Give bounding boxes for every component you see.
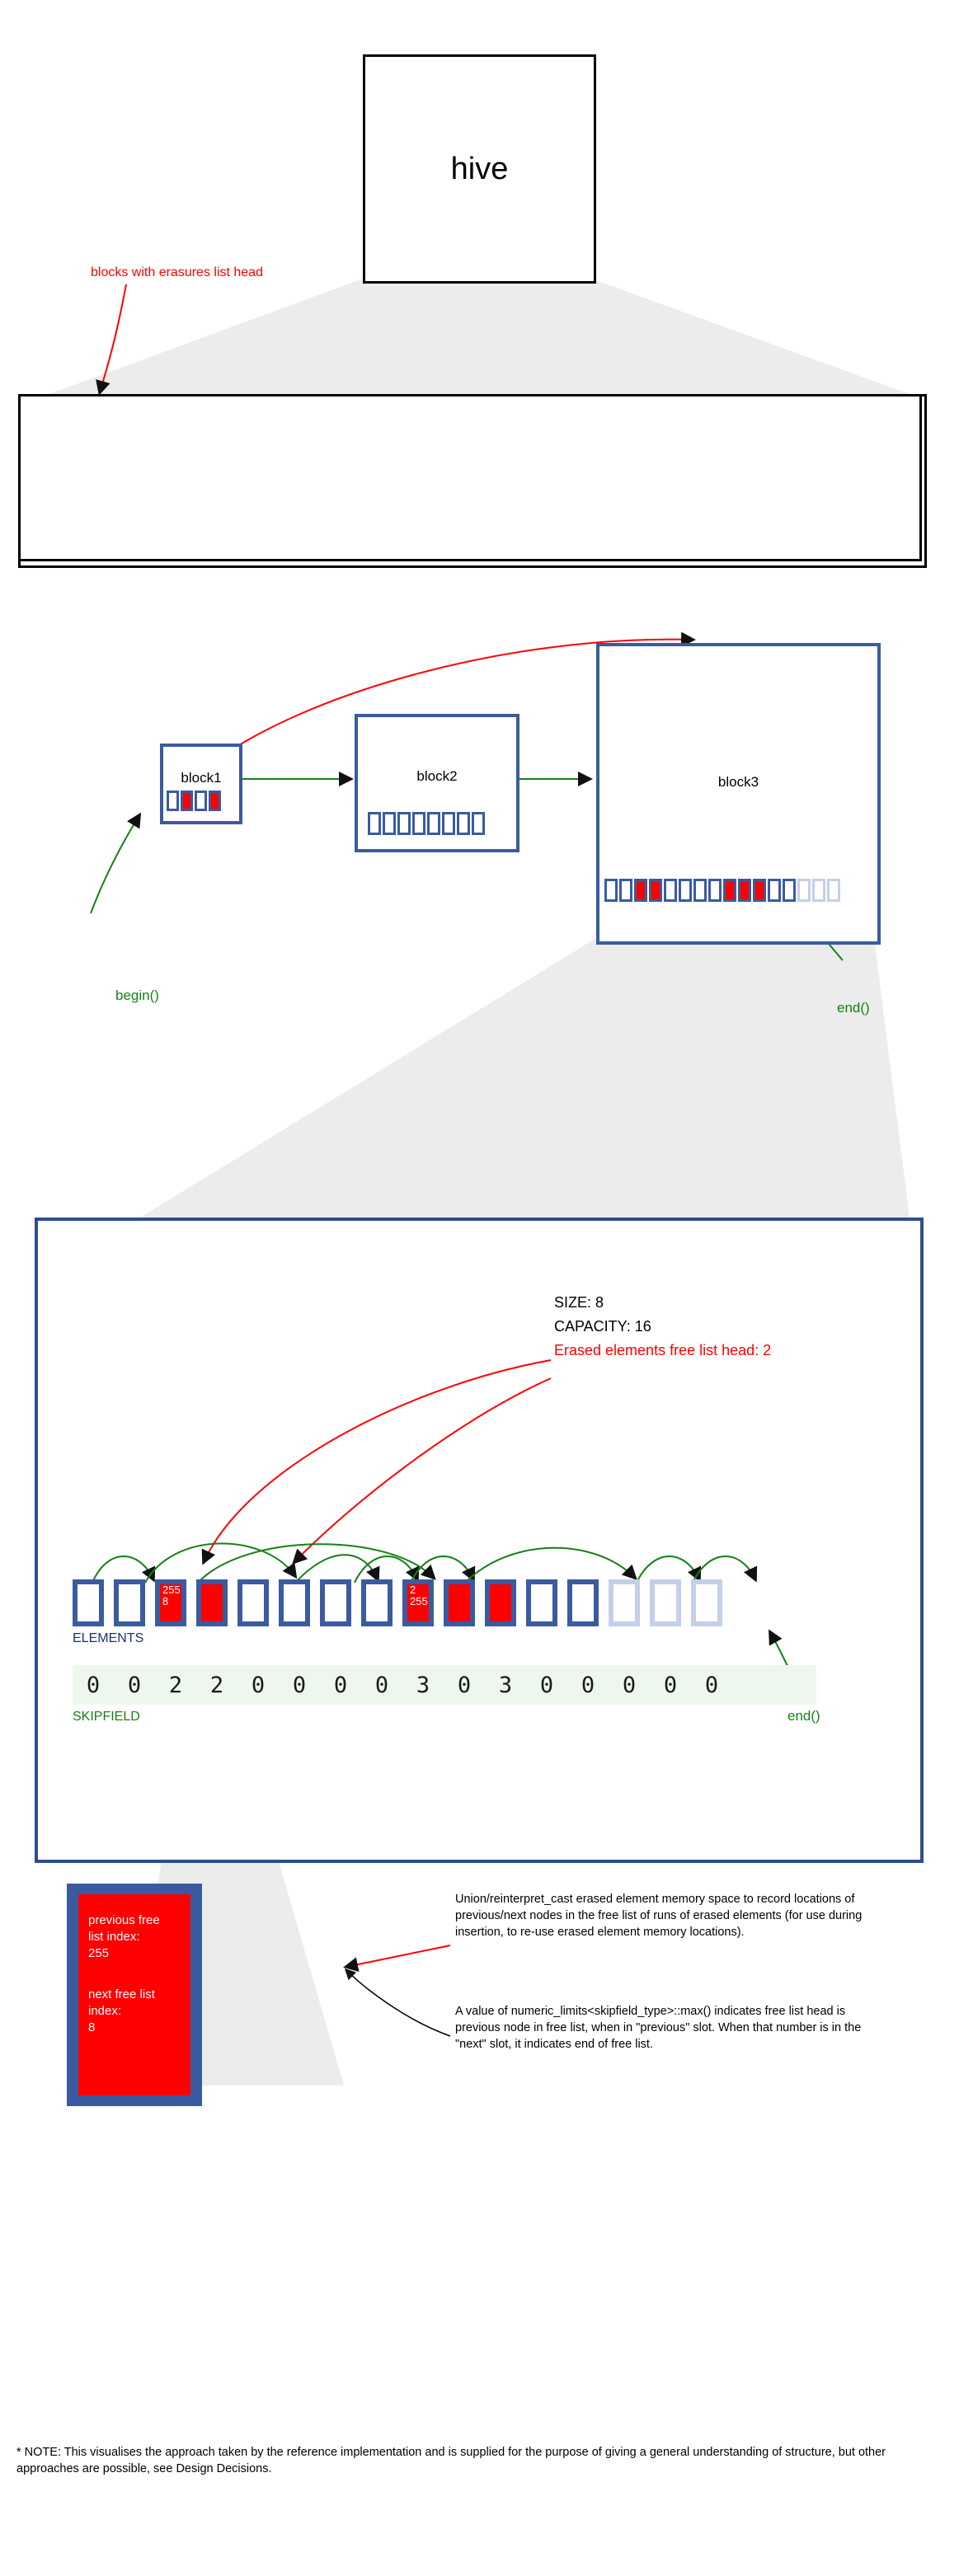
block-cell	[472, 812, 485, 835]
block-cell	[679, 879, 692, 902]
block-2-label: block2	[416, 768, 458, 784]
skipfield-label: SKIPFIELD	[73, 1710, 140, 1724]
element-cell	[320, 1579, 351, 1626]
skipfield-value: 0	[333, 1672, 348, 1698]
skipfield-value: 0	[292, 1672, 307, 1698]
block-cell	[368, 812, 381, 835]
block-cell	[195, 791, 207, 811]
hive-box: hive	[363, 54, 596, 284]
element-detail-inner: previous free list index: 255 next free …	[78, 1894, 190, 2095]
numeric-limits-note: A value of numeric_limits<skipfield_type…	[455, 2005, 862, 2051]
skipfield-value: 2	[209, 1672, 224, 1698]
block-cell	[383, 812, 396, 835]
element-next-index: 255	[410, 1595, 428, 1607]
block-cell	[708, 879, 722, 902]
block-3-label: block3	[717, 774, 759, 790]
block-cell	[827, 879, 840, 902]
skipfield-value: 0	[622, 1672, 637, 1698]
element-next-index: 8	[162, 1595, 169, 1607]
block-cell	[768, 879, 781, 902]
element-cell	[567, 1579, 599, 1626]
block-cell	[738, 879, 751, 902]
skipfield-value: 0	[127, 1672, 142, 1698]
skipfield-value: 0	[86, 1672, 101, 1698]
skipfield-value: 0	[539, 1672, 554, 1698]
block-cell	[634, 879, 647, 902]
element-cell	[279, 1579, 310, 1626]
end-label: end()	[837, 1000, 870, 1016]
size-stat: SIZE: 8	[554, 1294, 604, 1311]
skipfield-value: 0	[704, 1672, 719, 1698]
next-free-index-value: 8	[88, 2020, 96, 2034]
element-cell	[526, 1579, 557, 1626]
elements-row: 255 8 2 255	[73, 1579, 722, 1626]
previous-free-index-label: previous free list index:	[88, 1913, 160, 1944]
element-cell: 255 8	[155, 1579, 186, 1626]
capacity-stat: CAPACITY: 16	[554, 1318, 651, 1335]
element-cell	[444, 1579, 475, 1626]
union-note: Union/reinterpret_cast erased element me…	[455, 1893, 863, 1939]
block-cell	[664, 879, 677, 902]
block-cell	[797, 879, 811, 902]
element-cell	[73, 1579, 104, 1626]
element-cell	[196, 1579, 228, 1626]
block-cell	[167, 791, 179, 811]
skipfield-row: 0 0 2 2 0 0 0 0 3 0 3 0 0 0 0 0	[73, 1665, 816, 1705]
element-cell	[609, 1579, 640, 1626]
free-list-head-label: Erased elements free list head: 2	[554, 1342, 772, 1358]
block-cell	[412, 812, 425, 835]
block-1-cells	[167, 791, 221, 811]
element-prev-index: 2	[410, 1584, 416, 1596]
begin-label: begin()	[115, 988, 159, 1003]
element-cell	[114, 1579, 145, 1626]
blocks-erasures-annotation: blocks with erasures list head	[91, 265, 263, 279]
global-footnote: * NOTE: This visualises the approach tak…	[16, 2446, 886, 2475]
block-cell	[427, 812, 440, 835]
block-cell	[397, 812, 411, 835]
detail-end-label: end()	[787, 1708, 820, 1724]
skipfield-value: 3	[498, 1672, 513, 1698]
element-cell	[485, 1579, 516, 1626]
block-detail-panel	[35, 1218, 924, 1863]
block-cell	[812, 879, 825, 902]
block-cell	[604, 879, 618, 902]
block-cell	[457, 812, 470, 835]
hive-label: hive	[450, 151, 509, 186]
skipfield-value: 2	[168, 1672, 183, 1698]
element-cell	[237, 1579, 269, 1626]
blocks-panel-body	[18, 394, 917, 556]
block-cell	[753, 879, 766, 902]
next-free-index-label: next free list index:	[88, 1987, 155, 2018]
element-cell: 2 255	[402, 1579, 434, 1626]
skipfield-value: 0	[374, 1672, 389, 1698]
block-cell	[619, 879, 632, 902]
element-cell	[650, 1579, 681, 1626]
block-cell	[442, 812, 455, 835]
block-2-cells	[368, 812, 485, 835]
skipfield-value: 3	[416, 1672, 430, 1698]
skipfield-value: 0	[663, 1672, 678, 1698]
element-prev-index: 255	[162, 1584, 181, 1596]
block-1: block1	[160, 744, 242, 824]
block-cell	[181, 791, 193, 811]
block-cell	[693, 879, 707, 902]
block-cell	[723, 879, 736, 902]
block-3-cells	[604, 879, 840, 902]
skipfield-value: 0	[251, 1672, 266, 1698]
block-cell	[209, 791, 221, 811]
element-cell	[361, 1579, 393, 1626]
block-cell	[783, 879, 796, 902]
previous-free-index-value: 255	[88, 1946, 110, 1960]
skipfield-value: 0	[581, 1672, 595, 1698]
elements-label: ELEMENTS	[73, 1631, 144, 1645]
element-cell	[691, 1579, 722, 1626]
block-1-label: block1	[181, 770, 222, 786]
skipfield-value: 0	[457, 1672, 472, 1698]
block-cell	[649, 879, 662, 902]
